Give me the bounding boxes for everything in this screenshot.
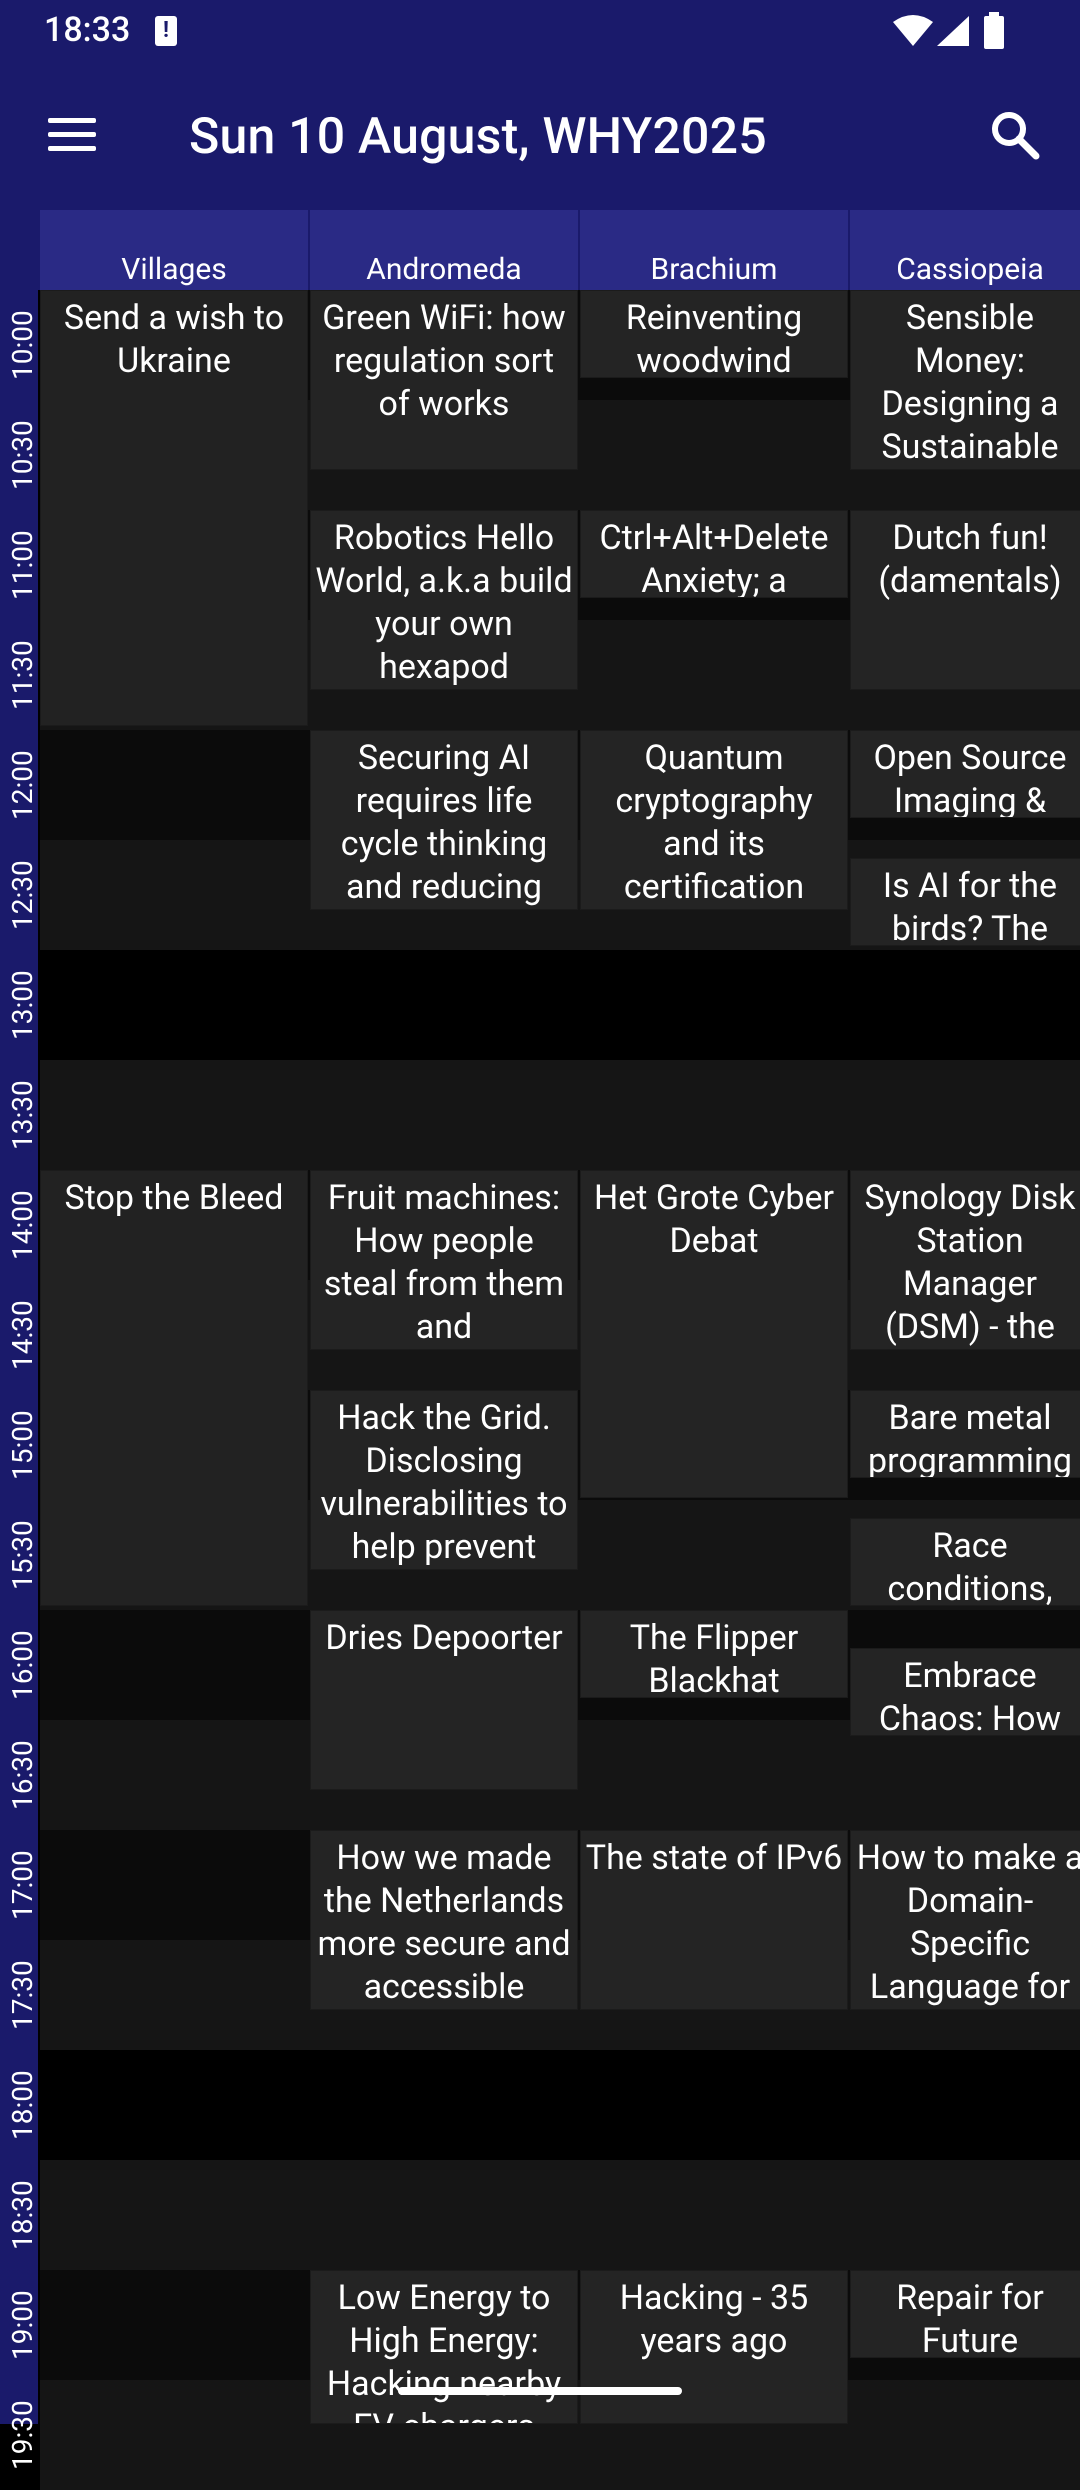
- page-title: Sun 10 August, WHY2025: [189, 108, 767, 166]
- status-bar: 18:33 !: [0, 0, 1080, 64]
- event-card[interactable]: Green WiFi: how regulation sort of works: [310, 290, 578, 470]
- time-label: 10:30: [6, 420, 39, 490]
- time-label: 15:00: [6, 1410, 39, 1480]
- time-label: 12:30: [6, 860, 39, 930]
- event-card[interactable]: Dries Depoorter: [310, 1610, 578, 1790]
- time-label: 14:30: [6, 1300, 39, 1370]
- time-label: 16:00: [6, 1630, 39, 1700]
- event-card[interactable]: Hack the Grid. Disclosing vulnerabilitie…: [310, 1390, 578, 1570]
- time-label: 12:00: [6, 750, 39, 820]
- event-card[interactable]: Stop the Bleed: [40, 1170, 308, 1606]
- event-card[interactable]: The state of IPv6: [580, 1830, 848, 2010]
- time-row: [40, 950, 1080, 1060]
- time-label: 10:00: [6, 310, 39, 380]
- alert-icon: !: [155, 16, 177, 46]
- event-card[interactable]: Send a wish to Ukraine: [40, 290, 308, 726]
- event-card[interactable]: Repair for Future: [850, 2270, 1080, 2358]
- event-card[interactable]: Fruit machines: How people steal from th…: [310, 1170, 578, 1350]
- time-label: 18:30: [6, 2180, 39, 2250]
- event-card[interactable]: Race conditions,: [850, 1518, 1080, 1606]
- time-label: 19:00: [6, 2290, 39, 2360]
- status-time: 18:33: [44, 10, 131, 50]
- time-label: 16:30: [6, 1740, 39, 1810]
- time-label: 11:00: [6, 530, 39, 600]
- time-row: [40, 1060, 1080, 1170]
- time-label: 13:30: [6, 1080, 39, 1150]
- gesture-nav-bar[interactable]: [398, 2387, 682, 2395]
- time-label: 19:30: [6, 2400, 39, 2470]
- event-card[interactable]: Reinventing woodwind: [580, 290, 848, 378]
- event-card[interactable]: How to make a Domain-Specific Language f…: [850, 1830, 1080, 2010]
- event-card[interactable]: Synology Disk Station Manager (DSM) - th…: [850, 1170, 1080, 1350]
- battery-icon: [984, 12, 1004, 49]
- event-card[interactable]: Robotics Hello World, a.k.a build your o…: [310, 510, 578, 690]
- event-card[interactable]: Securing AI requires life cycle thinking…: [310, 730, 578, 910]
- event-card[interactable]: Is AI for the birds? The: [850, 858, 1080, 946]
- room-header-cassiopeia[interactable]: Cassiopeia: [850, 210, 1080, 290]
- time-row: [40, 2160, 1080, 2270]
- time-label: 14:00: [6, 1190, 39, 1260]
- event-card[interactable]: Low Energy to High Energy: Hacking nearb…: [310, 2270, 578, 2424]
- time-label: 17:00: [6, 1850, 39, 1920]
- event-card[interactable]: How we made the Netherlands more secure …: [310, 1830, 578, 2010]
- event-card[interactable]: Ctrl+Alt+Delete Anxiety; a: [580, 510, 848, 598]
- event-card[interactable]: Het Grote Cyber Debat: [580, 1170, 848, 1498]
- event-card[interactable]: Hacking - 35 years ago: [580, 2270, 848, 2424]
- event-card[interactable]: The Flipper Blackhat: [580, 1610, 848, 1698]
- signal-icon: [937, 16, 969, 46]
- event-card[interactable]: Dutch fun! (damentals): [850, 510, 1080, 690]
- event-card[interactable]: Embrace Chaos: How Game: [850, 1648, 1080, 1736]
- time-label: 17:30: [6, 1960, 39, 2030]
- room-header-villages[interactable]: Villages: [40, 210, 308, 290]
- menu-icon[interactable]: [48, 118, 98, 158]
- time-label: 13:00: [6, 970, 39, 1040]
- search-icon[interactable]: [990, 110, 1040, 160]
- event-card[interactable]: Sensible Money: Designing a Sustainable …: [850, 290, 1080, 470]
- time-label: 11:30: [6, 640, 39, 710]
- wifi-icon: [893, 15, 933, 46]
- room-header-andromeda[interactable]: Andromeda: [310, 210, 578, 290]
- event-card[interactable]: Bare metal programming: [850, 1390, 1080, 1478]
- time-row: [40, 2050, 1080, 2160]
- time-label: 18:00: [6, 2070, 39, 2140]
- room-header-brachium[interactable]: Brachium: [580, 210, 848, 290]
- app-bar: Sun 10 August, WHY2025: [0, 64, 1080, 210]
- time-label: 15:30: [6, 1520, 39, 1590]
- event-card[interactable]: Open Source Imaging &: [850, 730, 1080, 818]
- event-card[interactable]: Quantum cryptography and its certificati…: [580, 730, 848, 910]
